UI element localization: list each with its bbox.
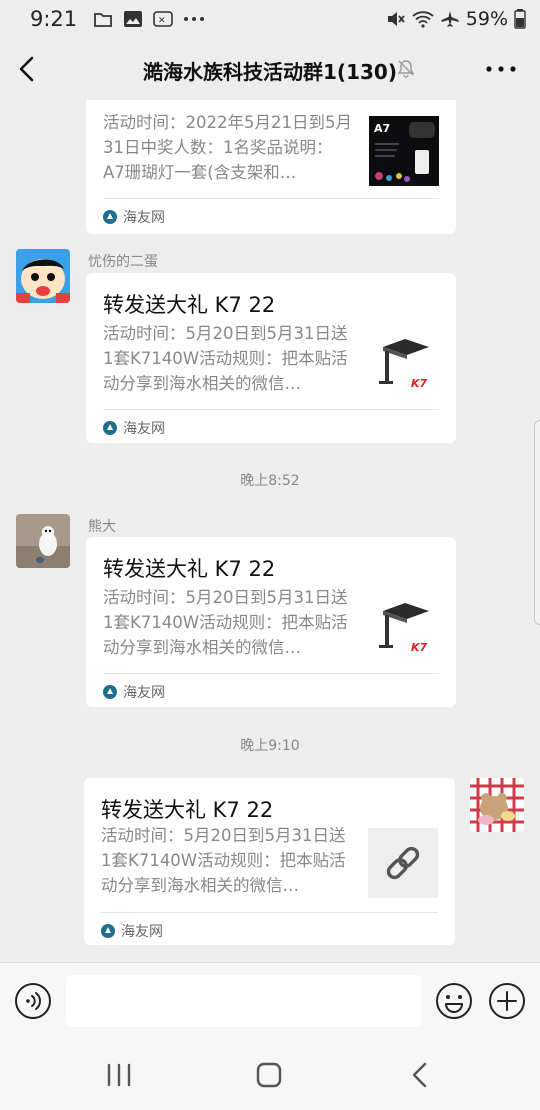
link-card[interactable]: 转发送大礼 K7 22 活动时间：5月20日到5月31日送1套K7140W活动规…: [86, 537, 456, 707]
link-card[interactable]: 转发送大礼 K7 22 活动时间：5月20日到5月31日送1套K7140W活动规…: [84, 778, 455, 945]
more-options-icon[interactable]: [484, 56, 518, 82]
k7-label: K7: [411, 377, 428, 390]
link-card[interactable]: 活动时间：2022年5月21日到5月31日中奖人数：1名奖品说明：A7珊瑚灯一套…: [86, 100, 456, 234]
status-time: 9:21: [30, 7, 78, 31]
status-bar: 9:21 ✕ 59%: [0, 0, 540, 38]
link-card-source: 海友网: [103, 207, 165, 227]
home-icon[interactable]: [256, 1062, 282, 1088]
k7-label: K7: [411, 641, 428, 654]
message-input-bar: [0, 962, 540, 1040]
link-card-source-label: 海友网: [123, 210, 165, 226]
message-timestamp: 晚上9:10: [240, 738, 300, 754]
dog-photo-avatar: [16, 514, 70, 568]
voice-icon[interactable]: [14, 982, 52, 1020]
card-divider: [103, 409, 439, 410]
svg-text:✕: ✕: [158, 16, 166, 26]
chat-header: 澔海水族科技活动群1(130): [0, 38, 540, 100]
sender-name: 忧伤的二蛋: [88, 254, 158, 270]
battery-icon: [514, 9, 526, 29]
link-card-source: 海友网: [103, 682, 165, 702]
link-card-description: 活动时间：5月20日到5月31日送1套K7140W活动规则：把本贴活动分享到海水…: [101, 826, 346, 895]
k7-lamp-graphic: K7: [369, 591, 439, 661]
side-panel-handle[interactable]: [534, 420, 540, 625]
a7-label: A7: [374, 122, 390, 135]
message-text-input[interactable]: [66, 975, 421, 1027]
airplane-icon: [441, 11, 459, 27]
source-logo-icon: [101, 924, 115, 938]
a7-light-image: A7: [369, 116, 439, 186]
wifi-icon: [412, 11, 434, 28]
k7-lamp-image: K7: [369, 327, 439, 397]
folder-icon: [94, 13, 113, 27]
chain-link-icon: [386, 846, 420, 880]
link-card-source-label: 海友网: [121, 924, 163, 940]
link-card-source-label: 海友网: [123, 685, 165, 701]
battery-percent: 59%: [465, 8, 508, 30]
link-card-source: 海友网: [101, 921, 163, 941]
sender-avatar[interactable]: [16, 249, 70, 303]
k7-lamp-image: K7: [369, 591, 439, 661]
bell-muted-icon: [397, 60, 415, 78]
plus-icon[interactable]: [488, 982, 526, 1020]
more-dots-icon: [184, 17, 205, 21]
k7-lamp-graphic: K7: [369, 327, 439, 397]
cartoon-avatar: [16, 249, 70, 303]
bear-photo-avatar: [470, 778, 524, 832]
link-card-title: 转发送大礼 K7 22: [101, 798, 274, 822]
link-card-title: 转发送大礼 K7 22: [103, 557, 276, 581]
my-avatar[interactable]: [470, 778, 524, 832]
recent-apps-icon[interactable]: [106, 1063, 132, 1087]
sender-avatar[interactable]: [16, 514, 70, 568]
wechat-icon: ✕: [153, 11, 173, 27]
back-arrow-icon[interactable]: [16, 55, 38, 83]
link-card-source: 海友网: [103, 418, 165, 438]
gallery-icon: [124, 11, 143, 27]
source-logo-icon: [103, 421, 117, 435]
card-divider: [103, 198, 439, 199]
sender-name: 熊大: [88, 519, 116, 535]
card-divider: [101, 912, 438, 913]
link-placeholder-icon: [368, 828, 438, 898]
link-card-description: 活动时间：5月20日到5月31日送1套K7140W活动规则：把本贴活动分享到海水…: [103, 588, 348, 657]
chat-message-list[interactable]: 活动时间：2022年5月21日到5月31日中奖人数：1名奖品说明：A7珊瑚灯一套…: [0, 100, 540, 962]
source-logo-icon: [103, 210, 117, 224]
link-card-title: 转发送大礼 K7 22: [103, 293, 276, 317]
link-card[interactable]: 转发送大礼 K7 22 活动时间：5月20日到5月31日送1套K7140W活动规…: [86, 273, 456, 443]
notification-icons: ✕: [93, 10, 205, 28]
card-divider: [103, 673, 439, 674]
message-timestamp: 晚上8:52: [240, 473, 300, 489]
nav-back-icon[interactable]: [410, 1062, 430, 1088]
link-card-source-label: 海友网: [123, 421, 165, 437]
system-nav-bar: [0, 1040, 540, 1110]
source-logo-icon: [103, 685, 117, 699]
link-card-description: 活动时间：2022年5月21日到5月31日中奖人数：1名奖品说明：A7珊瑚灯一套…: [103, 113, 352, 182]
mute-icon: [387, 12, 405, 26]
a7-light-graphic: A7: [369, 116, 439, 186]
link-card-description: 活动时间：5月20日到5月31日送1套K7140W活动规则：把本贴活动分享到海水…: [103, 324, 348, 393]
system-icons: 59%: [386, 8, 526, 30]
emoji-icon[interactable]: [435, 982, 473, 1020]
chat-title: 澔海水族科技活动群1(130): [143, 60, 397, 84]
